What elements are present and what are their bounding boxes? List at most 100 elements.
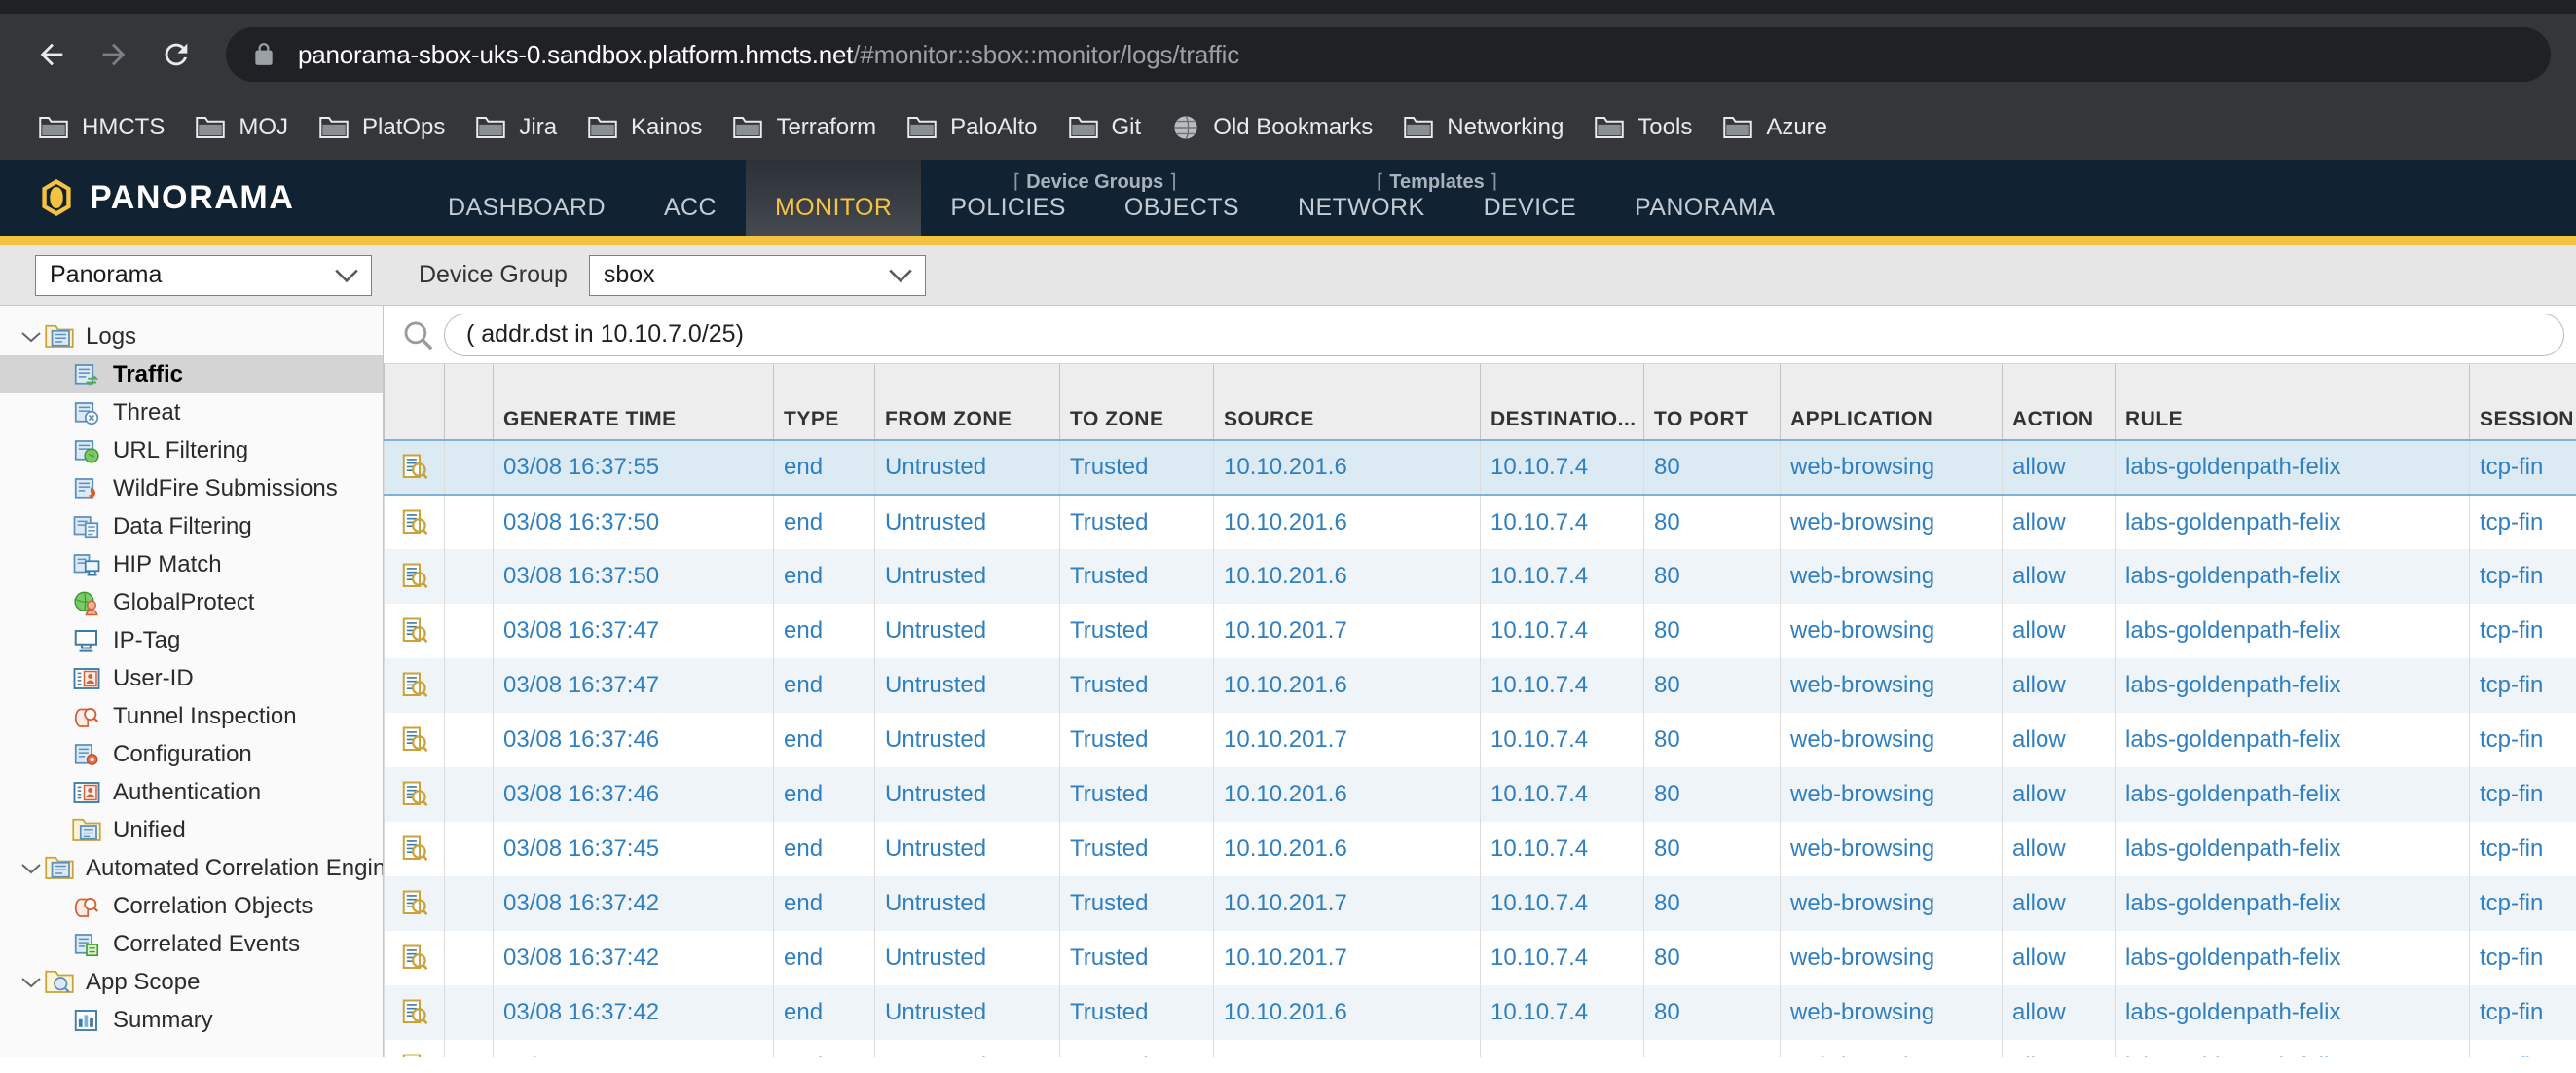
cell-application[interactable]: web-browsing xyxy=(1780,549,2003,604)
cell-to-port[interactable]: 80 xyxy=(1643,985,1781,1040)
bookmark-moj[interactable]: MOJ xyxy=(182,105,302,150)
context-select[interactable]: Panorama xyxy=(35,254,372,296)
cell-to-zone[interactable]: Trusted xyxy=(1059,439,1214,496)
cell-to-zone[interactable]: Trusted xyxy=(1059,931,1214,985)
cell-to-port[interactable]: 80 xyxy=(1643,495,1781,549)
col-action[interactable]: ACTION xyxy=(2002,364,2116,441)
tab-monitor[interactable]: MONITOR xyxy=(745,160,922,236)
cell-application[interactable]: web-browsing xyxy=(1780,876,2003,931)
cell-from-zone[interactable]: Untrusted xyxy=(874,985,1060,1040)
table-row[interactable]: 03/08 16:37:42endUntrustedTrusted10.10.2… xyxy=(384,985,2576,1040)
cell-generate-time[interactable]: 03/08 16:37:55 xyxy=(493,439,774,496)
cell-destination[interactable]: 10.10.7.4 xyxy=(1480,1040,1644,1057)
bookmark-platops[interactable]: PlatOps xyxy=(306,105,459,150)
cell-application[interactable]: web-browsing xyxy=(1780,931,2003,985)
cell-from-zone[interactable]: Untrusted xyxy=(874,931,1060,985)
row-detail-button[interactable] xyxy=(384,1040,445,1057)
row-detail-button[interactable] xyxy=(384,713,445,767)
cell-rule[interactable]: labs-goldenpath-felix xyxy=(2115,713,2470,767)
cell-source[interactable]: 10.10.201.6 xyxy=(1213,767,1481,822)
cell-generate-time[interactable]: 03/08 16:37:42 xyxy=(493,931,774,985)
cell-source[interactable]: 10.10.201.6 xyxy=(1213,985,1481,1040)
cell-rule[interactable]: labs-goldenpath-felix xyxy=(2115,658,2470,713)
cell-type[interactable]: end xyxy=(773,876,875,931)
table-row[interactable]: 03/08 16:37:50 end Untrusted Trusted 10.10.2… xyxy=(384,495,2576,549)
bookmark-jira[interactable]: Jira xyxy=(462,105,570,150)
row-detail-button[interactable] xyxy=(384,604,445,658)
cell-to-port[interactable]: 80 xyxy=(1643,658,1781,713)
log-detail-icon[interactable] xyxy=(400,780,429,809)
cell-source[interactable]: 10.10.201.6 xyxy=(1213,495,1481,549)
table-row[interactable]: 03/08 16:37:47 end Untrusted Trusted 10.10.2… xyxy=(384,658,2576,713)
cell-type[interactable]: end xyxy=(773,439,875,496)
cell-action[interactable]: allow xyxy=(2002,604,2116,658)
cell-source[interactable]: 10.10.201.6 xyxy=(1213,822,1481,876)
cell-rule[interactable]: labs-goldenpath-felix xyxy=(2115,822,2470,876)
row-detail-button[interactable] xyxy=(384,495,445,549)
cell-to-zone[interactable]: Trusted xyxy=(1059,549,1214,604)
cell-action[interactable]: allow xyxy=(2002,549,2116,604)
table-row[interactable]: 03/08 16:37:45 end Untrusted Trusted 10.10.2… xyxy=(384,822,2576,876)
sidebar-item-threat[interactable]: Threat xyxy=(0,393,383,431)
cell-generate-time[interactable]: 03/08 16:37:50 xyxy=(493,495,774,549)
log-detail-icon[interactable] xyxy=(400,508,429,537)
log-table-container[interactable]: GENERATE TIME TYPE FROM ZONE TO ZONE SOU… xyxy=(384,364,2576,1057)
col-session-end-reason[interactable]: SESSION END REASON xyxy=(2469,364,2576,441)
cell-source[interactable]: 10.10.201.6 xyxy=(1213,439,1481,496)
cell-generate-time[interactable]: 03/08 16:37:46 xyxy=(493,713,774,767)
cell-destination[interactable]: 10.10.7.4 xyxy=(1480,604,1644,658)
row-detail-button[interactable] xyxy=(384,549,445,604)
sidebar-item-user-id[interactable]: User-ID xyxy=(0,659,383,697)
cell-destination[interactable]: 10.10.7.4 xyxy=(1480,549,1644,604)
cell-destination[interactable]: 10.10.7.4 xyxy=(1480,985,1644,1040)
log-detail-icon[interactable] xyxy=(400,944,429,973)
cell-application[interactable]: web-browsing xyxy=(1780,658,2003,713)
cell-generate-time[interactable]: 03/08 16:37:47 xyxy=(493,604,774,658)
cell-session-end-reason[interactable]: tcp-fin xyxy=(2469,1040,2576,1057)
log-detail-icon[interactable] xyxy=(400,616,429,646)
cell-generate-time[interactable]: 03/08 16:37:50 xyxy=(493,549,774,604)
cell-rule[interactable]: labs-goldenpath-felix xyxy=(2115,931,2470,985)
row-detail-button[interactable] xyxy=(384,439,445,496)
cell-to-port[interactable]: 80 xyxy=(1643,713,1781,767)
table-row[interactable]: 03/08 16:37:46 end Untrusted Trusted 10.10.2… xyxy=(384,713,2576,767)
col-detail[interactable] xyxy=(384,364,445,441)
cell-to-port[interactable]: 80 xyxy=(1643,822,1781,876)
log-detail-icon[interactable] xyxy=(400,889,429,918)
chevron-down-icon[interactable] xyxy=(18,976,45,989)
row-detail-button[interactable] xyxy=(384,658,445,713)
cell-source[interactable]: 10.10.201.7 xyxy=(1213,604,1481,658)
cell-source[interactable]: 10.10.201.6 xyxy=(1213,658,1481,713)
cell-source[interactable]: 10.10.201.6 xyxy=(1213,549,1481,604)
cell-destination[interactable]: 10.10.7.4 xyxy=(1480,876,1644,931)
col-application[interactable]: APPLICATION xyxy=(1780,364,2003,441)
back-button[interactable] xyxy=(25,28,78,81)
col-to-port[interactable]: TO PORT xyxy=(1643,364,1781,441)
sidebar-item-ip-tag[interactable]: IP-Tag xyxy=(0,621,383,659)
sidebar-group-app-scope[interactable]: App Scope xyxy=(0,963,383,1001)
sidebar-item-authentication[interactable]: Authentication xyxy=(0,773,383,811)
cell-destination[interactable]: 10.10.7.4 xyxy=(1480,931,1644,985)
tab-policies[interactable]: POLICIES xyxy=(921,160,1095,236)
cell-application[interactable]: web-browsing xyxy=(1780,1040,2003,1057)
cell-action[interactable]: allow xyxy=(2002,439,2116,496)
cell-application[interactable]: web-browsing xyxy=(1780,713,2003,767)
cell-application[interactable]: web-browsing xyxy=(1780,985,2003,1040)
cell-type[interactable]: end xyxy=(773,658,875,713)
cell-to-port[interactable]: 80 xyxy=(1643,931,1781,985)
cell-rule[interactable]: labs-goldenpath-felix xyxy=(2115,439,2470,496)
cell-to-zone[interactable]: Trusted xyxy=(1059,767,1214,822)
col-source[interactable]: SOURCE xyxy=(1213,364,1481,441)
table-row[interactable]: 03/08 16:37:46 end Untrusted Trusted 10.10.2… xyxy=(384,767,2576,822)
cell-type[interactable]: end xyxy=(773,767,875,822)
cell-session-end-reason[interactable]: tcp-fin xyxy=(2469,658,2576,713)
cell-from-zone[interactable]: Untrusted xyxy=(874,1040,1060,1057)
cell-from-zone[interactable]: Untrusted xyxy=(874,658,1060,713)
sidebar-group-automated-correlation-engine[interactable]: Automated Correlation Engine xyxy=(0,849,383,887)
cell-rule[interactable]: labs-goldenpath-felix xyxy=(2115,604,2470,658)
row-detail-button[interactable] xyxy=(384,985,445,1040)
cell-session-end-reason[interactable]: tcp-fin xyxy=(2469,604,2576,658)
sidebar-item-tunnel-inspection[interactable]: Tunnel Inspection xyxy=(0,697,383,735)
sidebar-item-hip-match[interactable]: HIP Match xyxy=(0,545,383,583)
log-detail-icon[interactable] xyxy=(400,453,429,482)
